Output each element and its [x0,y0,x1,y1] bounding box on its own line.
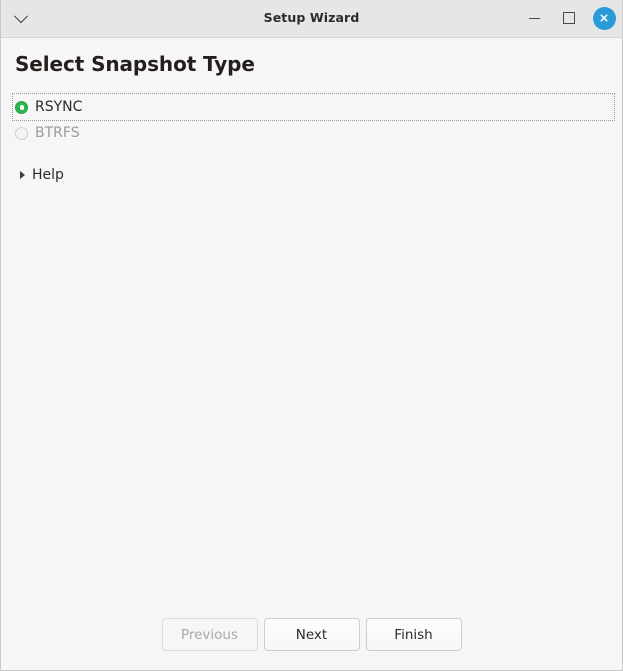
minimize-button[interactable] [522,6,546,30]
finish-button-label: Finish [394,626,433,643]
maximize-icon [563,12,575,24]
next-button-label: Next [295,626,328,643]
chevron-down-icon [13,8,29,23]
radio-label-rsync: RSYNC [35,99,83,115]
radio-label-btrfs: BTRFS [35,125,80,141]
wizard-content: Select Snapshot Type RSYNC BTRFS Help Pr… [1,38,622,670]
radio-indicator-btrfs [15,126,28,140]
previous-button-label: Previous [180,626,239,643]
close-button[interactable] [592,6,616,30]
next-button[interactable]: Next [263,618,360,651]
radio-option-rsync[interactable]: RSYNC [12,93,615,121]
help-expander[interactable]: Help [20,165,80,185]
page-title: Select Snapshot Type [15,52,255,76]
wizard-button-bar: Previous Next Finish [13,618,610,670]
finish-button[interactable]: Finish [365,618,462,651]
window-controls [522,0,616,36]
maximize-button[interactable] [557,6,581,30]
snapshot-type-radio-group: RSYNC BTRFS [12,93,615,146]
setup-wizard-window: Setup Wizard Select Snapshot Type RSYNC … [0,0,623,671]
title-bar: Setup Wizard [1,0,622,38]
radio-indicator-rsync [15,100,28,114]
minimize-icon [528,17,540,19]
help-expander-label: Help [32,167,64,183]
previous-button[interactable]: Previous [161,618,258,651]
window-menu-button[interactable] [4,1,38,37]
triangle-right-icon [20,171,25,179]
radio-option-btrfs: BTRFS [13,120,610,146]
close-icon [592,6,616,30]
